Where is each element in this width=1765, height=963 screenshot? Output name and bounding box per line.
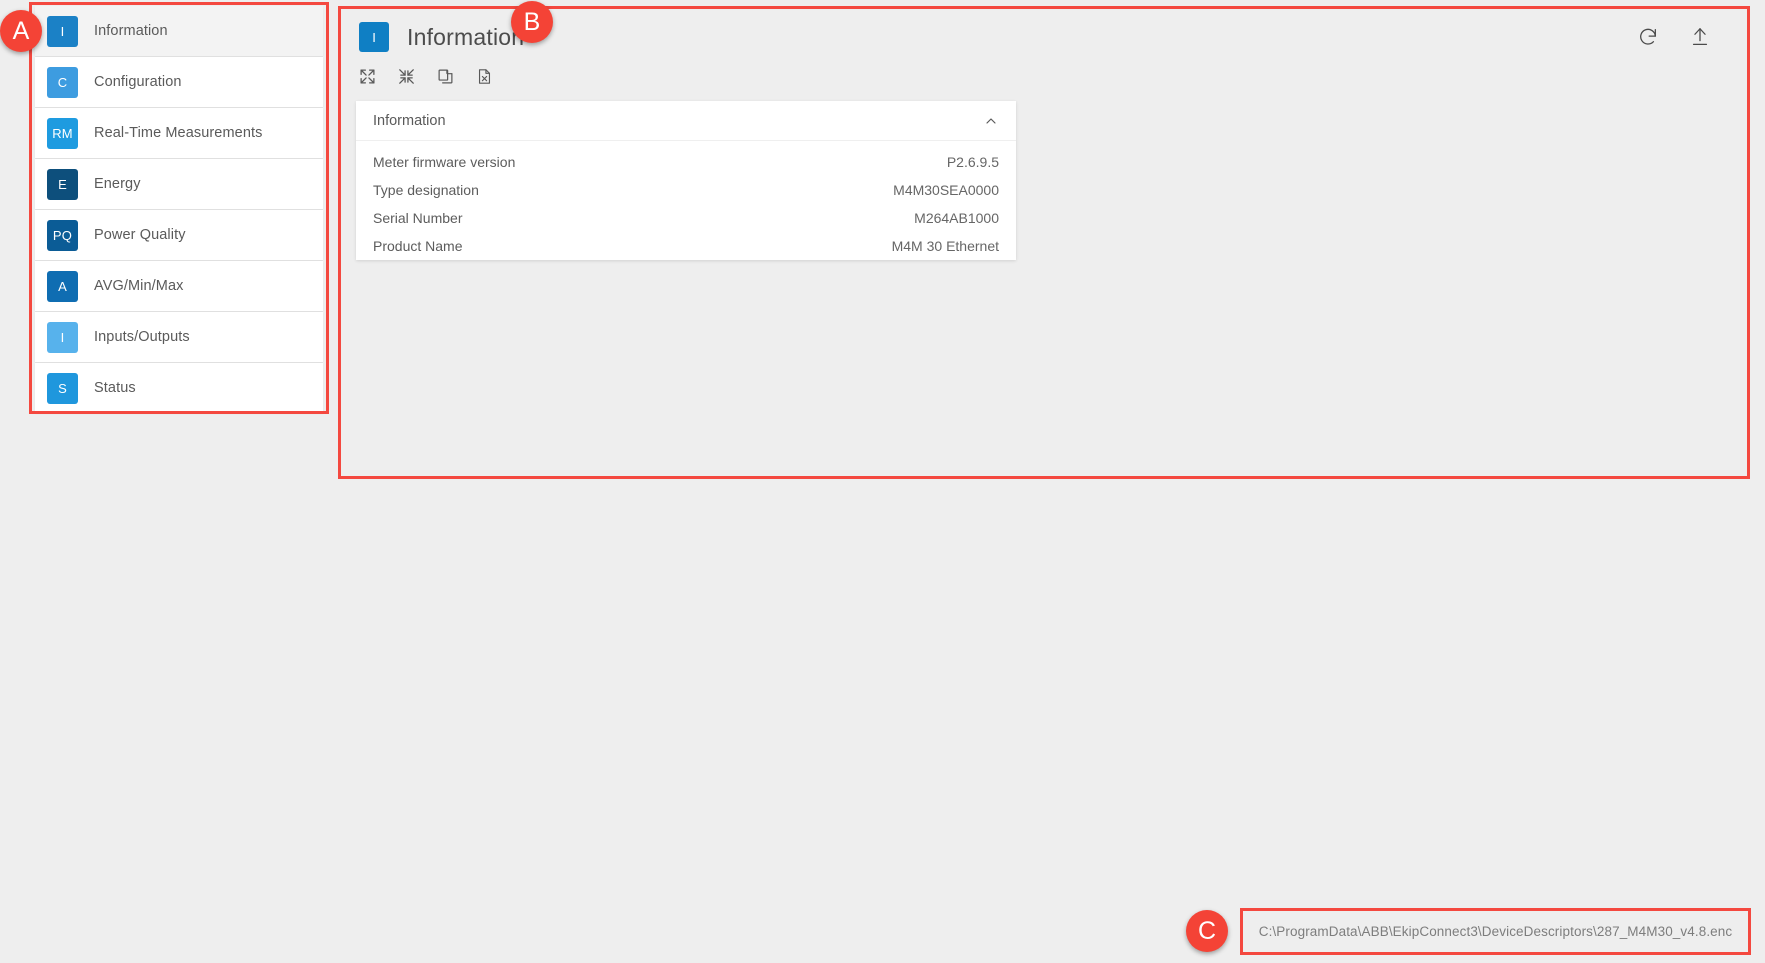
card-row-value: M4M30SEA0000 — [893, 182, 999, 198]
card-row: Type designation M4M30SEA0000 — [356, 176, 1016, 204]
card-row: Product Name M4M 30 Ethernet — [356, 232, 1016, 260]
status-bar: C:\ProgramData\ABB\EkipConnect3\DeviceDe… — [1243, 911, 1748, 952]
annotation-badge-b: B — [511, 1, 553, 43]
information-card: Information Meter firmware version P2.6.9… — [356, 101, 1016, 260]
expand-all-icon[interactable] — [356, 65, 378, 87]
sidebar-item-power-quality[interactable]: PQ Power Quality — [35, 210, 323, 260]
card-row-value: P2.6.9.5 — [946, 154, 999, 170]
card-rows: Meter firmware version P2.6.9.5 Type desig… — [356, 148, 1016, 260]
card-row-label: Meter firmware version — [373, 154, 516, 170]
status-bar-path: C:\ProgramData\ABB\EkipConnect3\DeviceDe… — [1258, 924, 1733, 939]
sidebar-item-label: Power Quality — [94, 227, 186, 243]
page-title: Information — [407, 23, 525, 50]
sidebar-item-badge: C — [47, 66, 78, 98]
sidebar-item-real-time-measurements[interactable]: RM Real-Time Measurements — [35, 108, 323, 158]
card-row: Serial Number M264AB1000 — [356, 204, 1016, 232]
card-toolbar — [341, 49, 1747, 87]
sidebar-item-inputs-outputs[interactable]: I Inputs/Outputs — [35, 312, 323, 362]
collapse-all-icon[interactable] — [395, 65, 417, 87]
sidebar-item-information[interactable]: I Information — [35, 6, 323, 56]
sidebar-item-label: Real-Time Measurements — [94, 125, 263, 141]
sidebar-item-badge: I — [47, 321, 78, 353]
main-content-panel: I Information Information Meter firmware… — [341, 9, 1747, 476]
card-row-value: M264AB1000 — [914, 210, 999, 226]
export-excel-icon[interactable] — [473, 65, 495, 87]
sidebar-item-badge: E — [47, 168, 78, 200]
card-row-value: M4M 30 Ethernet — [891, 238, 999, 254]
copy-icon[interactable] — [434, 65, 456, 87]
sidebar-item-badge: PQ — [47, 219, 78, 251]
chevron-up-icon[interactable] — [983, 113, 999, 129]
card-row: Meter firmware version P2.6.9.5 — [356, 148, 1016, 176]
card-row-label: Serial Number — [373, 210, 463, 226]
sidebar-item-badge: I — [47, 15, 78, 47]
sidebar-item-status[interactable]: S Status — [35, 363, 323, 413]
sidebar-item-label: Inputs/Outputs — [94, 329, 190, 345]
sidebar-item-configuration[interactable]: C Configuration — [35, 57, 323, 107]
sidebar-navigation: I Information C Configuration RM Real-Time Me… — [35, 6, 323, 414]
sidebar-item-label: Configuration — [94, 74, 182, 90]
sidebar-item-label: Energy — [94, 176, 141, 192]
sidebar-item-energy[interactable]: E Energy — [35, 159, 323, 209]
refresh-icon[interactable] — [1635, 24, 1661, 50]
sidebar-item-badge: A — [47, 270, 78, 302]
card-header[interactable]: Information — [356, 101, 1016, 141]
sidebar-item-label: Information — [94, 23, 168, 39]
card-title: Information — [373, 112, 446, 129]
card-row-label: Type designation — [373, 182, 479, 198]
annotation-badge-c: C — [1186, 910, 1228, 952]
sidebar-item-avg-min-max[interactable]: A AVG/Min/Max — [35, 261, 323, 311]
upload-icon[interactable] — [1687, 24, 1713, 50]
sidebar-item-label: AVG/Min/Max — [94, 278, 184, 294]
page-icon: I — [359, 22, 389, 52]
card-row-label: Product Name — [373, 238, 463, 254]
sidebar-item-badge: S — [47, 372, 78, 404]
sidebar-item-label: Status — [94, 380, 136, 396]
header-actions — [1635, 24, 1729, 50]
sidebar-item-badge: RM — [47, 117, 78, 149]
annotation-badge-a: A — [0, 10, 42, 52]
